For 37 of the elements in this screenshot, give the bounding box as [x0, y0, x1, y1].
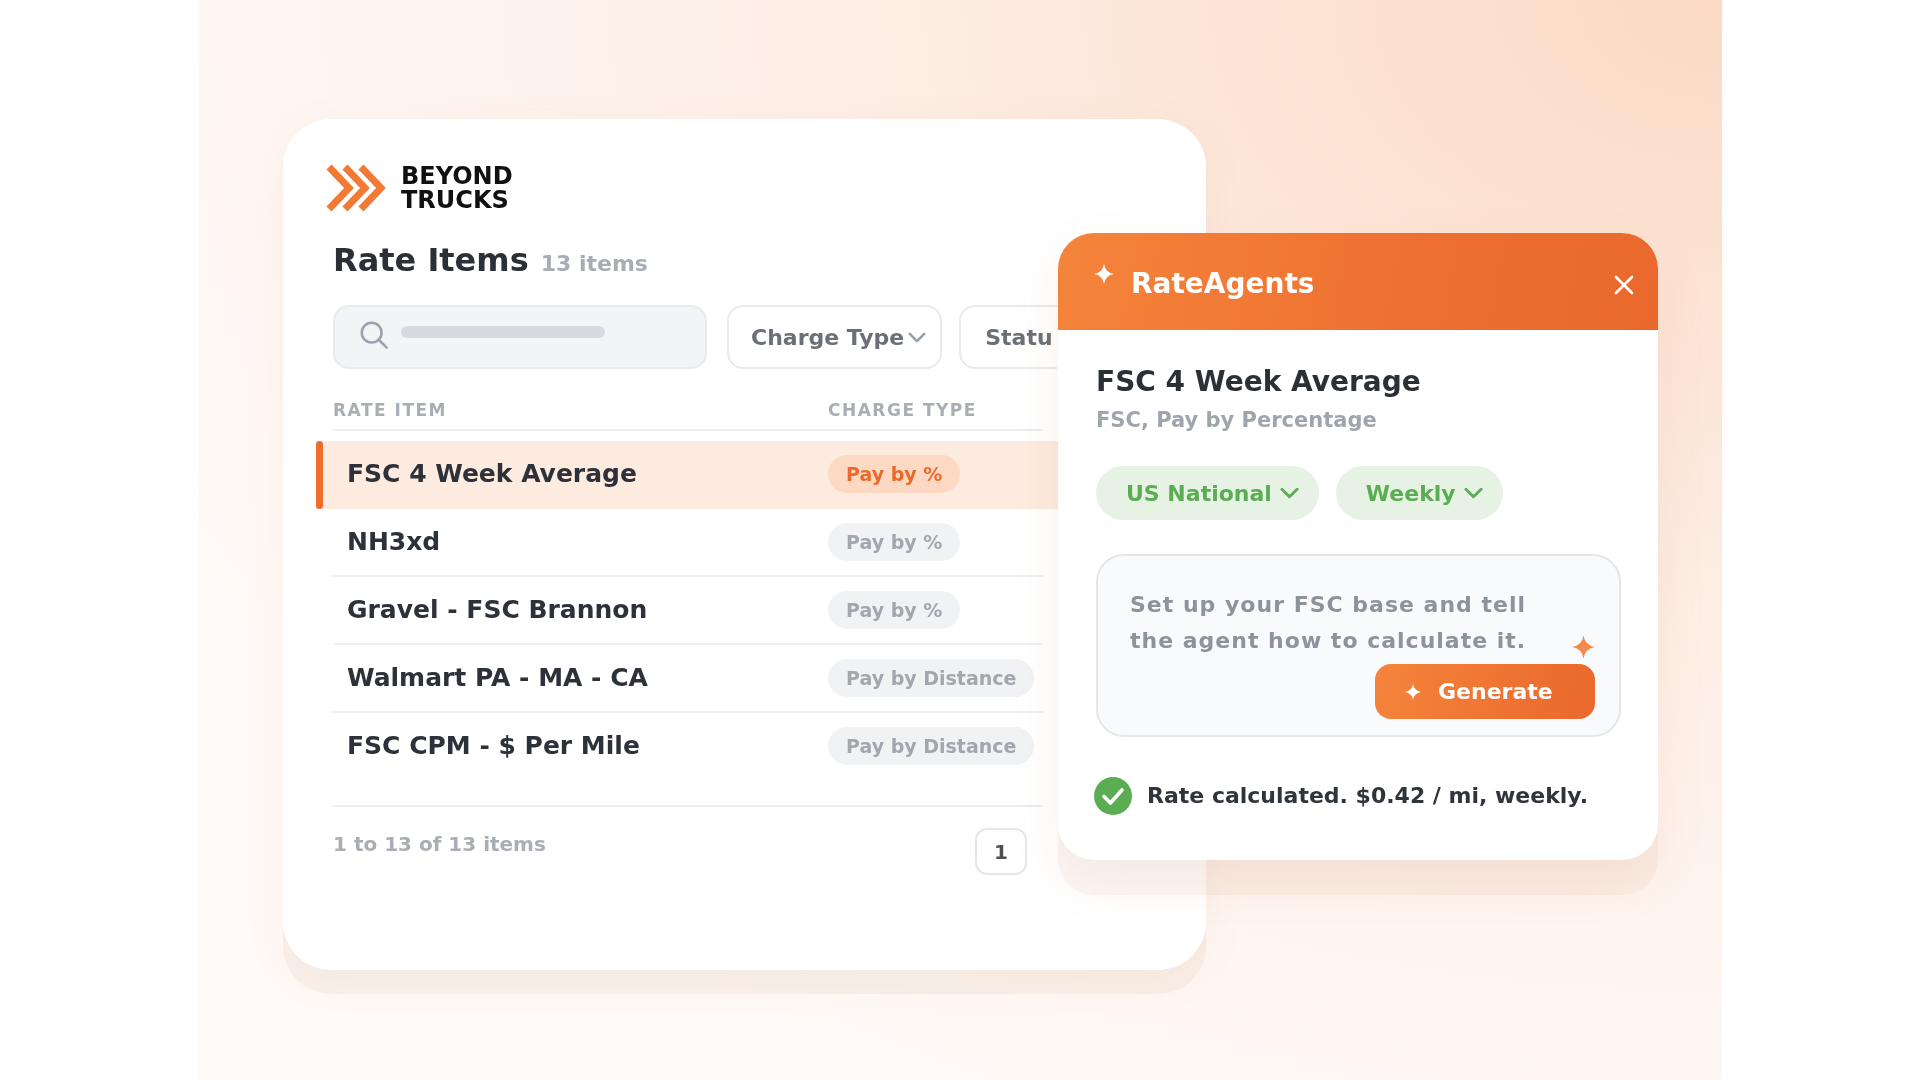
rate-item-name: NH3xd — [346, 526, 442, 558]
charge-type-tag: Pay by % — [828, 455, 961, 493]
charge-type-tag: Pay by Distance — [828, 727, 1035, 765]
close-button[interactable] — [1614, 275, 1634, 295]
column-header: CHARGE TYPE — [828, 399, 977, 422]
logo-icon — [325, 164, 387, 212]
sparkle-icon — [1405, 683, 1421, 700]
table-row[interactable]: FSC 4 Week Average Pay by % — [316, 441, 1058, 509]
rate-item-name: FSC CPM - $ Per Mile — [346, 730, 641, 762]
item-count: 13 items — [540, 250, 648, 278]
search-field[interactable] — [333, 305, 707, 369]
charge-type-tag: Pay by % — [828, 591, 961, 629]
rate-item-title: FSC 4 Week Average — [1096, 364, 1422, 400]
panel-title: RateAgents — [1131, 266, 1315, 302]
check-circle-icon — [1094, 777, 1132, 815]
close-icon — [1614, 275, 1634, 295]
rate-item-name: FSC 4 Week Average — [346, 458, 638, 490]
rate-item-subtitle: FSC, Pay by Percentage — [1096, 407, 1378, 434]
rate-item-name: Walmart PA - MA - CA — [346, 662, 649, 694]
sparkle-icon — [1572, 635, 1595, 659]
filter-dropdown[interactable]: Charge Type — [727, 305, 943, 369]
chevron-down-icon — [908, 331, 927, 343]
chevron-down-icon — [1463, 487, 1483, 499]
rate-item-name: Gravel - FSC Brannon — [346, 594, 649, 626]
sparkle-icon — [1094, 264, 1114, 284]
page-button[interactable]: 1 — [975, 828, 1027, 875]
logo-wordmark: BEYOND TRUCKS — [401, 164, 513, 212]
column-header: RATE ITEM — [333, 399, 448, 422]
filter-dropdown[interactable]: Statu — [959, 305, 1058, 369]
page-title: Rate Items — [333, 240, 529, 280]
charge-type-tag: Pay by % — [828, 523, 961, 561]
search-icon — [360, 321, 388, 349]
charge-type-tag: Pay by Distance — [828, 659, 1035, 697]
pagination-summary: 1 to 13 of 13 items — [333, 831, 546, 858]
chevron-down-icon — [1279, 487, 1299, 499]
result-message: Rate calculated. $0.42 / mi, weekly. — [1147, 782, 1589, 810]
selection-indicator — [316, 441, 323, 509]
